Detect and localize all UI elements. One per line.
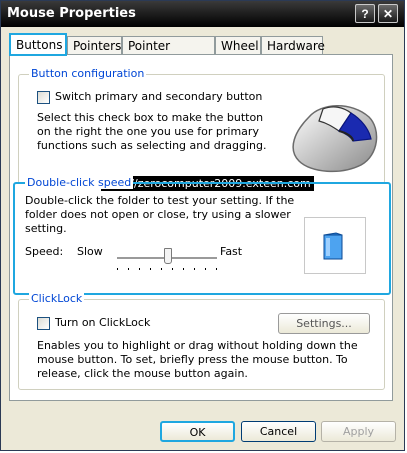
fast-label: Fast	[220, 245, 243, 258]
double-click-speed-group: Double-click speed Double-click the fold…	[13, 176, 391, 295]
clicklock-legend: ClickLock	[29, 292, 85, 305]
clicklock-group: ClickLock Turn on ClickLock Settings... …	[18, 292, 385, 390]
speed-label: Speed:	[25, 245, 64, 258]
slow-label: Slow	[77, 245, 103, 258]
button-configuration-description: Select this check box to make the button…	[37, 111, 267, 152]
slider-ticks	[117, 268, 217, 270]
clicklock-label: Turn on ClickLock	[55, 316, 151, 329]
apply-button[interactable]: Apply	[321, 421, 396, 442]
tab-wheel[interactable]: Wheel	[215, 36, 261, 54]
test-folder-area[interactable]	[304, 217, 366, 274]
mouse-properties-window: Mouse Properties ? ✕ Buttons Pointers Po…	[0, 0, 405, 451]
double-click-description: Double-click the folder to test your set…	[25, 194, 295, 235]
close-icon: ✕	[382, 7, 394, 21]
clicklock-description: Enables you to highlight or drag without…	[37, 339, 358, 380]
tab-panel: Button configuration Switch primary and …	[9, 54, 393, 401]
switch-buttons-checkbox[interactable]	[37, 91, 50, 104]
button-configuration-group: Button configuration Switch primary and …	[18, 67, 385, 191]
tab-pointers[interactable]: Pointers	[67, 36, 122, 54]
folder-icon[interactable]	[322, 231, 346, 261]
help-button[interactable]: ?	[355, 4, 375, 23]
button-configuration-legend: Button configuration	[29, 67, 147, 80]
cancel-button[interactable]: Cancel	[241, 421, 316, 442]
ok-button[interactable]: OK	[160, 421, 235, 442]
title-bar[interactable]: Mouse Properties ? ✕	[1, 1, 404, 27]
double-click-slider-thumb[interactable]	[164, 248, 172, 264]
tab-pointer-options[interactable]: Pointer Options	[122, 36, 215, 71]
clicklock-checkbox[interactable]	[37, 317, 50, 330]
mouse-icon	[292, 105, 378, 173]
double-click-speed-legend: Double-click speed	[25, 176, 134, 189]
window-title: Mouse Properties	[7, 6, 136, 21]
settings-button[interactable]: Settings...	[278, 313, 370, 334]
help-icon: ?	[361, 7, 369, 21]
tab-buttons[interactable]: Buttons	[9, 33, 67, 56]
switch-buttons-label: Switch primary and secondary button	[55, 90, 263, 103]
close-button[interactable]: ✕	[378, 4, 398, 23]
tab-hardware[interactable]: Hardware	[261, 36, 325, 54]
